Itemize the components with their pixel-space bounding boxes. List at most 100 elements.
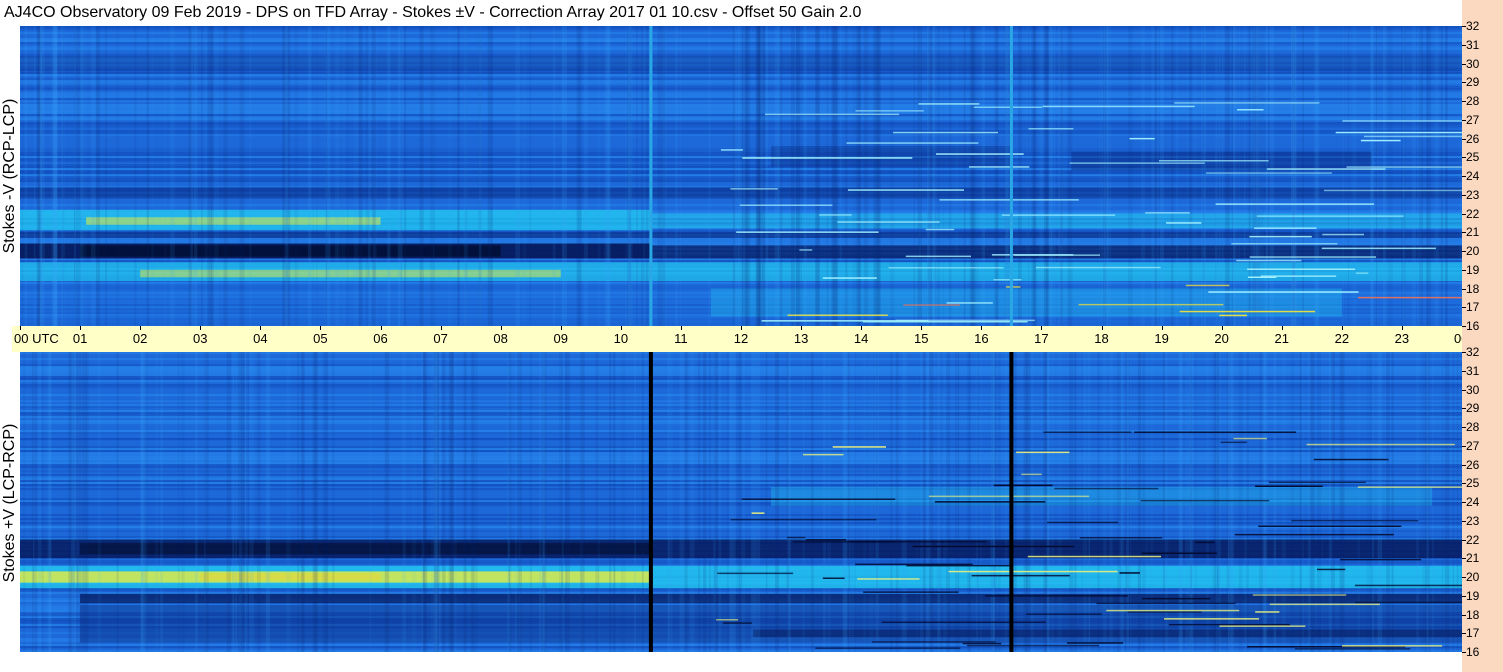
rfi-trace — [1237, 109, 1264, 111]
time-streak — [1233, 26, 1237, 326]
time-streak — [628, 26, 633, 326]
rfi-trace — [1291, 519, 1419, 522]
time-streak — [1216, 352, 1219, 652]
time-streak — [765, 352, 768, 652]
time-streak — [625, 26, 627, 326]
rfi-trace — [822, 277, 877, 279]
rfi-trace — [1079, 537, 1163, 539]
time-streak — [1072, 26, 1074, 326]
mhz-tick-label: 24 — [1466, 495, 1480, 509]
rfi-trace — [1069, 162, 1205, 164]
utc-tick-mark — [500, 326, 502, 330]
time-streak — [1441, 352, 1444, 652]
utc-tick-label: 03 — [193, 331, 208, 346]
rfi-trace — [803, 453, 844, 456]
time-streak — [285, 26, 289, 326]
time-streak — [341, 26, 346, 326]
time-streak — [1238, 352, 1243, 652]
time-streak — [831, 26, 834, 326]
time-streak — [1426, 352, 1429, 652]
time-streak — [433, 352, 438, 652]
time-streak — [282, 26, 284, 326]
mhz-tick-mark — [1462, 483, 1466, 485]
time-streak — [597, 26, 601, 326]
time-streak — [822, 352, 826, 652]
rfi-trace — [871, 641, 996, 643]
time-streak — [689, 352, 695, 652]
time-streak — [238, 352, 242, 652]
rfi-trace — [1028, 128, 1074, 130]
time-streak — [438, 352, 441, 652]
rfi-trace — [969, 166, 1030, 168]
time-streak — [1195, 352, 1197, 652]
mhz-tick-mark — [1462, 213, 1466, 215]
utc-tick-label: 14 — [853, 331, 869, 346]
utc-tick-mark — [560, 326, 562, 330]
time-streak — [1074, 352, 1077, 652]
utc-tick-mark — [1341, 326, 1343, 330]
rfi-trace — [855, 110, 924, 112]
utc-tick-label: 08 — [493, 331, 508, 346]
rfi-trace — [717, 572, 794, 575]
time-streak — [934, 26, 937, 326]
mhz-tick-label: 27 — [1466, 112, 1480, 127]
mhz-tick-label: 16 — [1466, 645, 1480, 659]
rfi-trace — [1306, 443, 1455, 446]
vertical-line — [1009, 26, 1013, 326]
mhz-tick-mark — [1462, 520, 1466, 522]
time-streak — [422, 352, 428, 652]
time-streak — [507, 352, 510, 652]
time-streak — [1411, 26, 1416, 326]
mhz-tick-label: 24 — [1466, 169, 1480, 183]
time-streak — [517, 352, 522, 652]
time-streak — [1328, 352, 1333, 652]
time-streak — [1352, 26, 1357, 326]
time-streak — [765, 26, 769, 326]
time-streak — [802, 352, 805, 652]
time-streak — [1402, 26, 1405, 326]
time-streak — [803, 26, 807, 326]
time-streak — [105, 26, 108, 326]
time-streak — [877, 26, 881, 326]
utc-tick-mark — [1101, 326, 1103, 330]
time-streak — [387, 26, 391, 326]
time-streak — [1227, 352, 1231, 652]
rfi-trace — [1256, 215, 1404, 217]
time-streak — [316, 26, 318, 326]
rfi-trace — [971, 574, 1070, 577]
time-streak — [1377, 352, 1383, 652]
time-streak — [53, 26, 58, 326]
mhz-tick-label: 21 — [1466, 551, 1480, 566]
time-streak — [667, 352, 673, 652]
rfi-trace — [1141, 552, 1217, 554]
time-streak — [786, 352, 789, 652]
mhz-tick-mark — [1462, 326, 1466, 327]
time-streak — [442, 352, 446, 652]
rfi-trace — [751, 512, 765, 514]
time-streak — [246, 352, 249, 652]
time-streak — [353, 26, 359, 326]
mhz-tick-mark — [1462, 232, 1466, 234]
time-streak — [177, 352, 180, 652]
time-streak — [1348, 26, 1349, 326]
rfi-trace — [1134, 431, 1297, 433]
time-streak — [1357, 352, 1360, 652]
time-streak — [1314, 26, 1319, 326]
time-streak — [1440, 26, 1443, 326]
mhz-tick-label: 20 — [1466, 244, 1480, 258]
time-streak — [729, 352, 734, 652]
time-streak — [1155, 26, 1160, 326]
rfi-trace — [1317, 568, 1346, 571]
time-streak — [79, 26, 84, 326]
utc-tick-label: 09 — [553, 331, 568, 346]
mhz-tick-label: 23 — [1466, 187, 1480, 202]
time-streak — [604, 26, 609, 326]
time-streak — [116, 26, 120, 326]
rfi-trace — [1142, 597, 1211, 600]
time-streak — [358, 26, 363, 326]
mhz-tick-label: 17 — [1466, 300, 1480, 315]
time-streak — [751, 352, 756, 652]
time-streak — [1238, 26, 1240, 326]
time-streak — [684, 352, 688, 652]
time-streak — [541, 352, 545, 652]
